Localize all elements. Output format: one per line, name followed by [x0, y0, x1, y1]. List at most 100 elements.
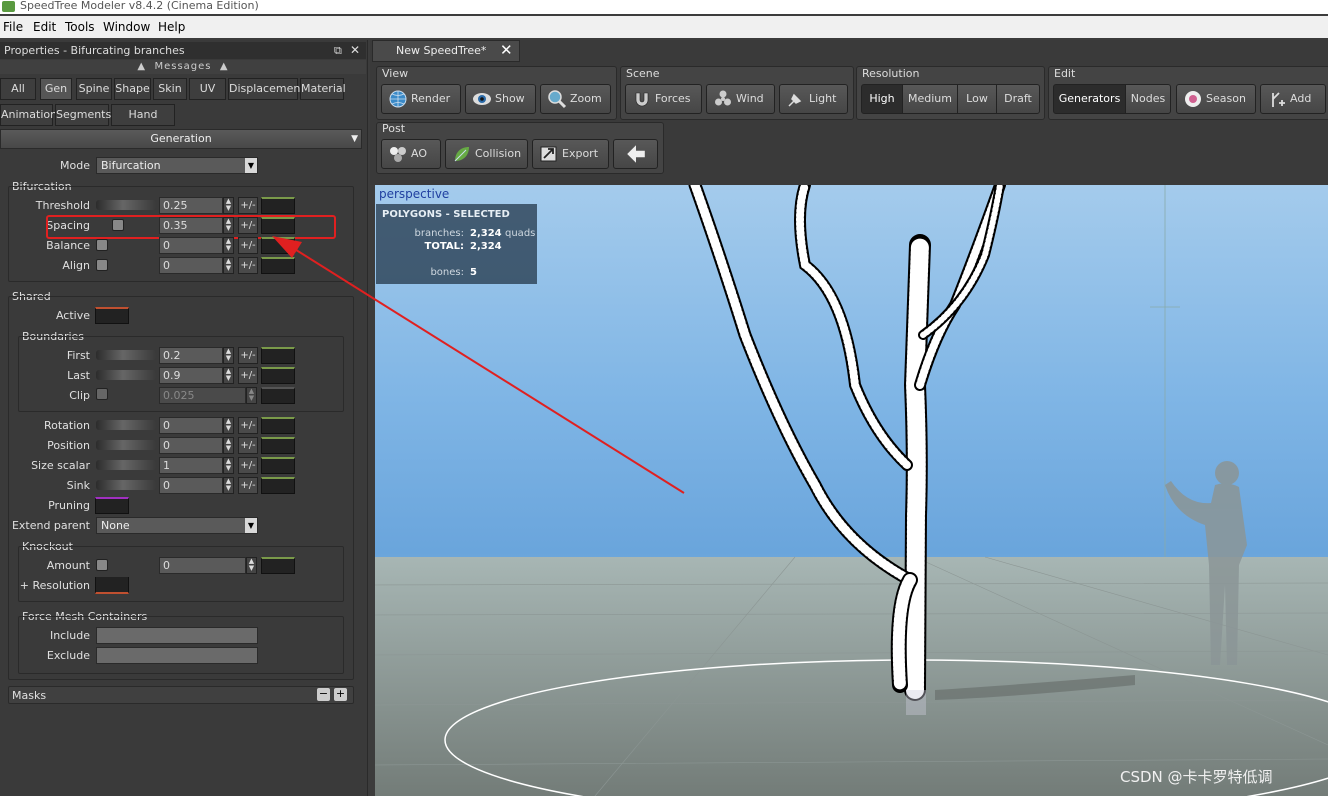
tab-shape[interactable]: Shape [114, 78, 151, 100]
clip-input[interactable]: 0.025 [159, 387, 246, 404]
edit-nodes-button[interactable]: Nodes [1125, 84, 1171, 114]
document-tab[interactable]: New SpeedTree* [372, 40, 520, 62]
menu-file[interactable]: File [3, 20, 23, 34]
first-randomize-button[interactable]: +/- [238, 347, 258, 364]
first-spinner[interactable]: ▲ ▼ [223, 347, 234, 364]
last-slider[interactable] [96, 370, 156, 380]
back-button[interactable] [613, 139, 658, 169]
threshold-spinner[interactable]: ▲ ▼ [223, 197, 234, 214]
size-scalar-spinner[interactable]: ▲ ▼ [223, 457, 234, 474]
clip-slider-handle[interactable] [96, 388, 108, 400]
tab-skin[interactable]: Skin [153, 78, 187, 100]
first-curve-swatch[interactable] [261, 347, 295, 364]
clip-curve-swatch[interactable] [261, 387, 295, 404]
resolution-curve-swatch[interactable] [95, 577, 129, 594]
balance-curve-swatch[interactable] [261, 237, 295, 254]
sink-slider[interactable] [96, 480, 156, 490]
align-randomize-button[interactable]: +/- [238, 257, 258, 274]
align-slider-handle[interactable] [96, 259, 108, 271]
tab-spine[interactable]: Spine [76, 78, 112, 100]
tab-hand-drawn[interactable]: Hand Drawn [111, 104, 175, 141]
rotation-randomize-button[interactable]: +/- [238, 417, 258, 434]
position-slider[interactable] [96, 440, 156, 450]
size-scalar-curve-swatch[interactable] [261, 457, 295, 474]
last-randomize-button[interactable]: +/- [238, 367, 258, 384]
balance-randomize-button[interactable]: +/- [238, 237, 258, 254]
rotation-curve-swatch[interactable] [261, 417, 295, 434]
align-input[interactable]: 0 [159, 257, 223, 274]
size-scalar-randomize-button[interactable]: +/- [238, 457, 258, 474]
threshold-input[interactable]: 0.25 [159, 197, 223, 214]
balance-input[interactable]: 0 [159, 237, 223, 254]
edit-generators-button[interactable]: Generators [1053, 84, 1126, 114]
position-randomize-button[interactable]: +/- [238, 437, 258, 454]
align-spinner[interactable]: ▲ ▼ [223, 257, 234, 274]
last-spinner[interactable]: ▲ ▼ [223, 367, 234, 384]
ao-button[interactable]: AO [381, 139, 441, 169]
amount-spinner[interactable]: ▲ ▼ [246, 557, 257, 574]
resolution-label[interactable]: + Resolution [10, 579, 90, 592]
size-scalar-slider[interactable] [96, 460, 156, 470]
clip-spinner[interactable]: ▲ ▼ [246, 387, 257, 404]
tab-segments[interactable]: Segments [55, 104, 111, 126]
render-button[interactable]: Render [381, 84, 461, 114]
balance-spinner[interactable]: ▲ ▼ [223, 237, 234, 254]
size-scalar-input[interactable]: 1 [159, 457, 223, 474]
rotation-slider[interactable] [96, 420, 156, 430]
close-icon[interactable]: ✕ [350, 42, 360, 59]
menu-edit[interactable]: Edit [33, 20, 56, 34]
tab-all[interactable]: All [0, 78, 36, 100]
export-button[interactable]: Export [532, 139, 609, 169]
position-input[interactable]: 0 [159, 437, 223, 454]
menu-tools[interactable]: Tools [65, 20, 95, 34]
wind-button[interactable]: Wind [706, 84, 775, 114]
last-input[interactable]: 0.9 [159, 367, 223, 384]
active-curve-swatch[interactable] [95, 307, 129, 324]
extend-parent-dropdown[interactable]: None ▼ [96, 517, 258, 534]
clip-slider[interactable] [112, 390, 156, 400]
position-spinner[interactable]: ▲ ▼ [223, 437, 234, 454]
first-slider[interactable] [96, 350, 156, 360]
position-curve-swatch[interactable] [261, 437, 295, 454]
minus-icon[interactable]: − [317, 688, 330, 701]
align-curve-swatch[interactable] [261, 257, 295, 274]
mode-dropdown[interactable]: Bifurcation ▼ [96, 157, 258, 174]
light-button[interactable]: Light [779, 84, 848, 114]
sink-curve-swatch[interactable] [261, 477, 295, 494]
add-button[interactable]: Add [1260, 84, 1326, 114]
pruning-curve-swatch[interactable] [95, 497, 129, 514]
messages-bar[interactable]: ▲ Messages ▲ [0, 60, 366, 74]
collision-button[interactable]: Collision [445, 139, 528, 169]
balance-slider-handle[interactable] [96, 239, 108, 251]
rotation-spinner[interactable]: ▲ ▼ [223, 417, 234, 434]
resolution-high-button[interactable]: High [861, 84, 903, 114]
sink-input[interactable]: 0 [159, 477, 223, 494]
undock-icon[interactable]: ⧉ [334, 42, 342, 59]
season-button[interactable]: Season [1176, 84, 1256, 114]
tab-material[interactable]: Material [300, 78, 346, 100]
resolution-low-button[interactable]: Low [957, 84, 997, 114]
last-curve-swatch[interactable] [261, 367, 295, 384]
menu-help[interactable]: Help [158, 20, 185, 34]
tab-animation[interactable]: Animation [0, 104, 57, 126]
amount-slider-handle[interactable] [96, 559, 108, 571]
exclude-field[interactable] [96, 647, 258, 664]
menu-window[interactable]: Window [103, 20, 150, 34]
sink-spinner[interactable]: ▲ ▼ [223, 477, 234, 494]
resolution-draft-button[interactable]: Draft [996, 84, 1040, 114]
resolution-medium-button[interactable]: Medium [902, 84, 958, 114]
threshold-curve-swatch[interactable] [261, 197, 295, 214]
amount-curve-swatch[interactable] [261, 557, 295, 574]
close-tab-icon[interactable]: ✕ [500, 41, 513, 59]
show-button[interactable]: Show [465, 84, 536, 114]
plus-icon[interactable]: + [334, 688, 347, 701]
include-field[interactable] [96, 627, 258, 644]
amount-input[interactable]: 0 [159, 557, 246, 574]
rotation-input[interactable]: 0 [159, 417, 223, 434]
tab-uv[interactable]: UV [189, 78, 226, 100]
tab-displacement[interactable]: Displacement [228, 78, 305, 100]
chevron-down-icon[interactable]: ▼ [351, 130, 358, 148]
threshold-slider[interactable] [96, 200, 156, 210]
sink-randomize-button[interactable]: +/- [238, 477, 258, 494]
threshold-randomize-button[interactable]: +/- [238, 197, 258, 214]
